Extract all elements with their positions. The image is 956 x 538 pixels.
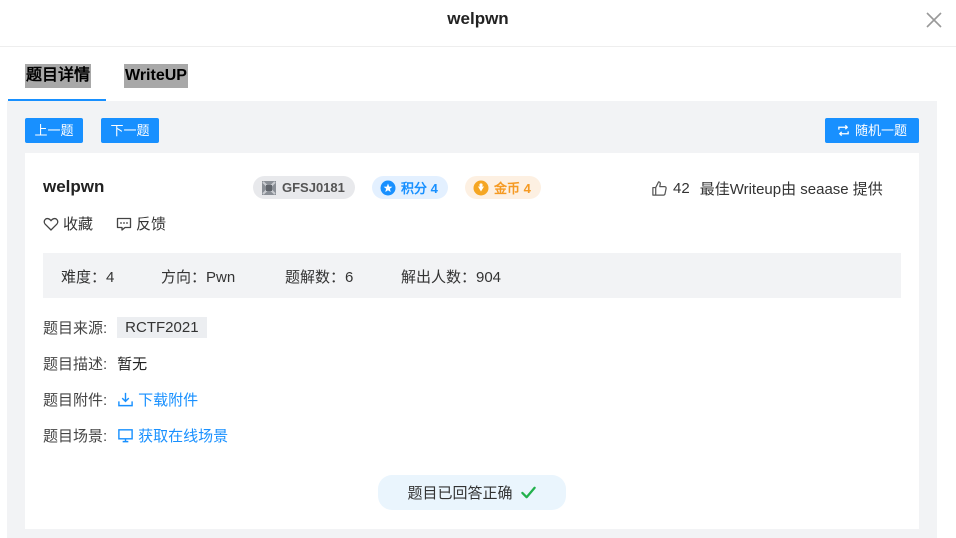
coin-badge: 金币 4 — [465, 176, 541, 199]
content-panel: 上一题 下一题 随机一题 welpwn GFSJ0181 积分 4 金币 4 4… — [7, 101, 937, 538]
tab-writeup[interactable]: WriteUP — [124, 64, 188, 88]
thumbs-up-icon[interactable] — [651, 180, 668, 197]
dialog-header: welpwn — [0, 0, 956, 47]
scene-row: 题目场景: 获取在线场景 — [43, 425, 228, 446]
likes-count: 42 — [673, 180, 690, 197]
challenge-card: welpwn GFSJ0181 积分 4 金币 4 42 最佳Writeup由 … — [25, 153, 919, 529]
difficulty-stat: 难度：4 — [61, 269, 115, 286]
description-row: 题目描述: 暂无 — [43, 353, 147, 374]
scene-label: 题目场景: — [43, 428, 108, 445]
download-attachment-label: 下载附件 — [138, 392, 199, 409]
answered-status: 题目已回答正确 — [378, 475, 566, 510]
coin-icon — [473, 180, 489, 195]
tab-details[interactable]: 题目详情 — [25, 64, 92, 88]
favorite-button[interactable]: 收藏 — [43, 213, 93, 234]
tab-bar: 题目详情 WriteUP — [8, 62, 938, 102]
checkmark-icon — [520, 486, 536, 499]
shuffle-icon — [838, 124, 849, 137]
heart-icon — [43, 217, 59, 231]
solutions-stat: 题解数：6 — [285, 269, 354, 286]
challenge-title: welpwn — [43, 177, 105, 196]
next-challenge-button[interactable]: 下一题 — [101, 118, 159, 143]
get-online-scene-link[interactable]: 获取在线场景 — [117, 425, 228, 446]
likes-info: 42 最佳Writeup由 seaase 提供 — [651, 178, 883, 199]
score-icon — [380, 180, 396, 195]
get-online-scene-label: 获取在线场景 — [138, 428, 229, 445]
writeup-credit: 最佳Writeup由 seaase 提供 — [699, 181, 883, 198]
description-value: 暂无 — [117, 356, 148, 373]
feedback-icon — [116, 217, 132, 231]
score-badge: 积分 4 — [372, 176, 448, 199]
answered-label: 题目已回答正确 — [407, 485, 513, 502]
challenge-avatar-icon — [262, 180, 276, 195]
score-value: 积分 4 — [401, 181, 438, 196]
source-row: 题目来源: RCTF2021 — [43, 317, 207, 338]
random-button-label: 随机一题 — [854, 123, 907, 138]
close-icon[interactable] — [924, 10, 944, 30]
feedback-button[interactable]: 反馈 — [116, 213, 166, 234]
feedback-label: 反馈 — [136, 216, 167, 233]
attachment-label: 题目附件: — [43, 392, 108, 409]
random-challenge-button[interactable]: 随机一题 — [825, 118, 919, 143]
coin-value: 金币 4 — [494, 181, 531, 196]
prev-challenge-button[interactable]: 上一题 — [25, 118, 83, 143]
source-tag: RCTF2021 — [117, 317, 207, 338]
download-icon — [118, 392, 133, 407]
stats-bar: 难度：4 方向：Pwn 题解数：6 解出人数：904 — [43, 253, 901, 298]
description-label: 题目描述: — [43, 356, 108, 373]
challenge-id: GFSJ0181 — [282, 180, 345, 195]
challenge-id-badge: GFSJ0181 — [253, 176, 355, 199]
monitor-icon — [118, 429, 133, 443]
dialog-title: welpwn — [447, 9, 509, 28]
source-label: 题目来源: — [43, 320, 108, 337]
download-attachment-link[interactable]: 下载附件 — [117, 389, 198, 410]
category-stat: 方向：Pwn — [161, 269, 236, 286]
attachment-row: 题目附件: 下载附件 — [43, 389, 198, 410]
solvers-stat: 解出人数：904 — [401, 269, 502, 286]
favorite-label: 收藏 — [63, 216, 94, 233]
